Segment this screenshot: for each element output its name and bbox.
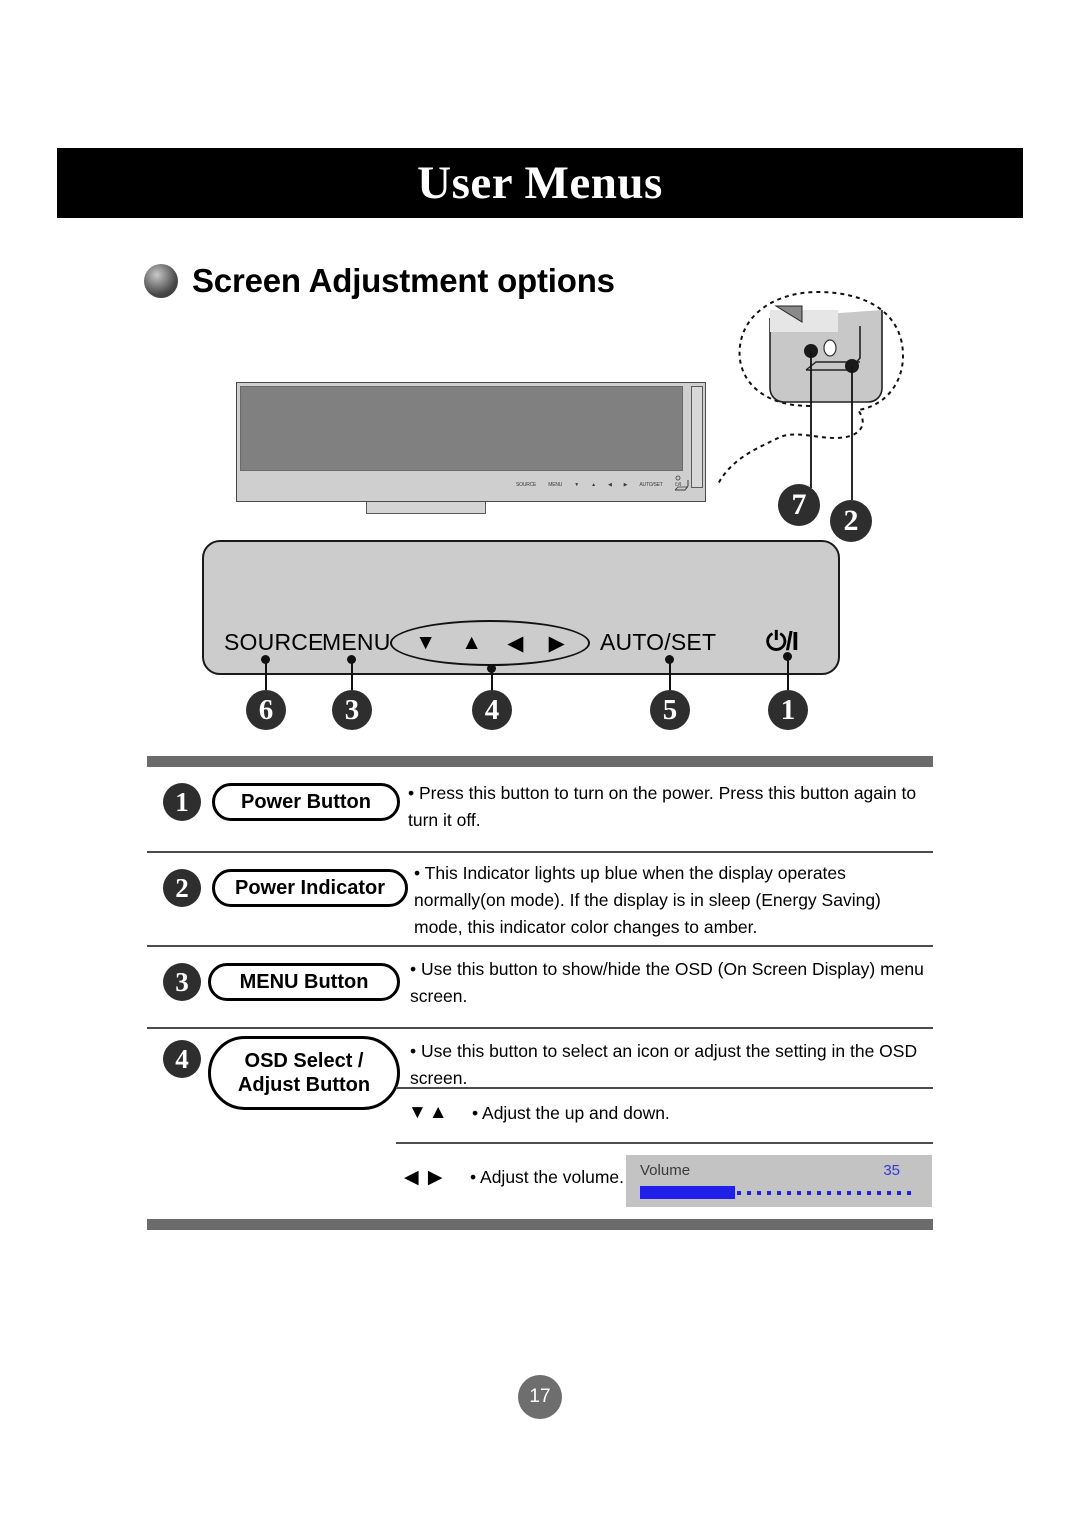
callout-magnifier xyxy=(718,290,904,500)
row-number-1: 1 xyxy=(163,783,201,821)
volume-label: Volume xyxy=(640,1162,691,1179)
power-button-icon[interactable]: ⏻/I xyxy=(766,626,799,658)
row-label-text: MENU Button xyxy=(239,970,369,993)
panel-number-5: 5 xyxy=(650,690,690,730)
row-label-power-button: Power Button xyxy=(212,783,400,821)
bezel-control-labels: SOURCE MENU ▼ ▲ ◀ ▶ AUTO/SET ⏻/I xyxy=(516,478,681,492)
volume-value: 35 xyxy=(883,1162,900,1179)
row-label-osd-select-adjust: OSD Select / Adjust Button xyxy=(208,1036,400,1110)
sphere-bullet-icon xyxy=(144,264,178,298)
left-arrow-icon[interactable]: ◀ xyxy=(507,631,523,656)
panel-number-6: 6 xyxy=(246,690,286,730)
row-label-power-indicator: Power Indicator xyxy=(212,869,408,907)
panel-number-3: 3 xyxy=(332,690,372,730)
row-number-3: 3 xyxy=(163,963,201,1001)
row-description-3: • Use this button to show/hide the OSD (… xyxy=(410,959,924,1007)
leader-stem-1 xyxy=(787,658,789,690)
callout-number-7: 7 xyxy=(778,484,820,526)
bezel-right-arrow-icon: ▶ xyxy=(623,482,628,488)
bezel-label-menu: MENU xyxy=(548,482,563,488)
row4-subtext-updown: • Adjust the up and down. xyxy=(472,1103,670,1123)
row-label-text: Power Button xyxy=(241,790,371,813)
section-heading: Screen Adjustment options xyxy=(144,262,615,300)
up-down-arrows-icon: ▼▲ xyxy=(408,1102,450,1123)
monitor-corner-detail-icon xyxy=(674,475,689,491)
row-description-2: • This Indicator lights up blue when the… xyxy=(414,863,881,938)
leader-stem-4 xyxy=(491,670,493,692)
leader-stem-3 xyxy=(351,660,353,690)
up-arrow-icon[interactable]: ▲ xyxy=(461,631,482,655)
row4-subdivider-2 xyxy=(396,1142,933,1144)
control-label-menu[interactable]: MENU xyxy=(322,629,391,656)
row-divider-2 xyxy=(147,945,933,947)
arrow-button-group[interactable]: ▼ ▲ ◀ ▶ xyxy=(390,620,590,666)
volume-fill-bar xyxy=(640,1186,735,1199)
monitor-side-panel xyxy=(691,386,703,488)
leader-stem-6 xyxy=(265,660,267,690)
power-indicator-led-icon xyxy=(823,339,837,357)
control-label-autoset[interactable]: AUTO/SET xyxy=(600,629,716,656)
row4-subdivider-1 xyxy=(396,1087,933,1089)
monitor-illustration: SOURCE MENU ▼ ▲ ◀ ▶ AUTO/SET ⏻/I xyxy=(236,382,706,514)
row-divider-3 xyxy=(147,1027,933,1029)
table-top-bar xyxy=(147,756,933,767)
row-number-2: 2 xyxy=(163,869,201,907)
volume-osd-preview: Volume 35 xyxy=(626,1155,932,1207)
row-label-text-line1: OSD Select / xyxy=(244,1049,364,1072)
left-right-arrows-icon: ◀ ▶ xyxy=(404,1167,445,1188)
row-number-4: 4 xyxy=(163,1040,201,1078)
control-label-source[interactable]: SOURCE xyxy=(224,629,324,656)
panel-number-4: 4 xyxy=(472,690,512,730)
right-arrow-icon[interactable]: ▶ xyxy=(549,631,565,656)
bezel-label-autoset: AUTO/SET xyxy=(639,482,663,488)
panel-number-1: 1 xyxy=(768,690,808,730)
title-banner: User Menus xyxy=(57,148,1023,218)
bezel-up-arrow-icon: ▲ xyxy=(591,482,596,488)
bezel-left-arrow-icon: ◀ xyxy=(607,482,612,488)
bezel-label-source: SOURCE xyxy=(516,482,537,488)
row-label-text: Power Indicator xyxy=(234,876,386,899)
callout-highlight-strip xyxy=(770,310,838,332)
down-arrow-icon[interactable]: ▼ xyxy=(415,631,436,655)
monitor-screen xyxy=(240,386,683,471)
section-heading-label: Screen Adjustment options xyxy=(192,262,615,299)
bezel-down-arrow-icon: ▼ xyxy=(574,482,580,488)
row4-subtext-volume: • Adjust the volume. xyxy=(470,1167,624,1187)
page-title: User Menus xyxy=(417,157,663,209)
volume-slider[interactable] xyxy=(640,1186,912,1199)
leader-stem-5 xyxy=(669,660,671,690)
monitor-stand xyxy=(366,502,486,514)
page-number-badge: 17 xyxy=(518,1375,562,1419)
table-bottom-bar xyxy=(147,1219,933,1230)
row-description-1: • Press this button to turn on the power… xyxy=(408,783,917,831)
row-label-text-line2: Adjust Button xyxy=(237,1074,371,1096)
callout-number-2: 2 xyxy=(830,500,872,542)
volume-remaining-dots xyxy=(737,1191,912,1195)
row-divider-1 xyxy=(147,851,933,853)
row-description-4: • Use this button to select an icon or a… xyxy=(410,1041,918,1089)
row-label-menu-button: MENU Button xyxy=(208,963,400,1001)
